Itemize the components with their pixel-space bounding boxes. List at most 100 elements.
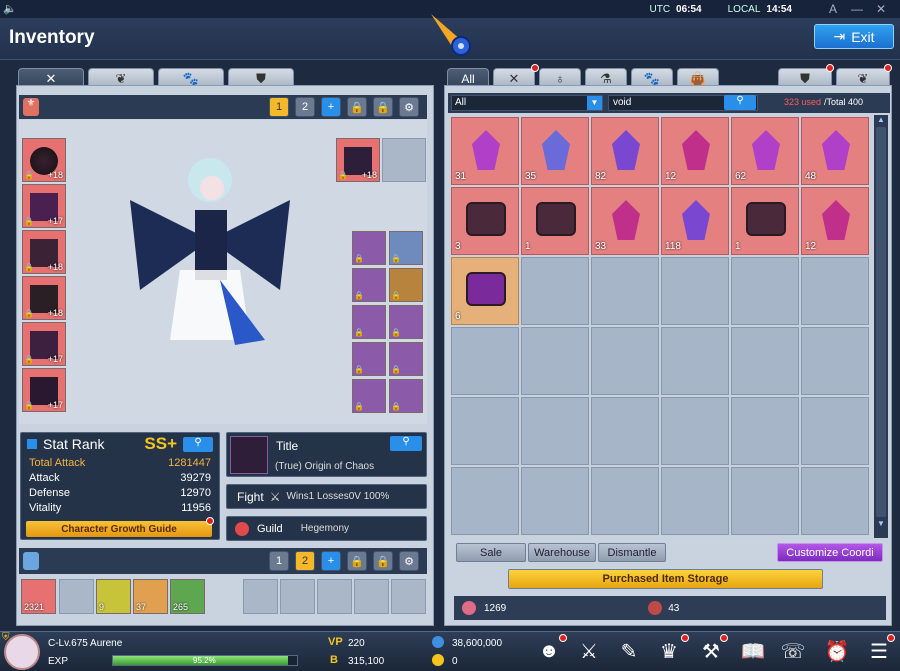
quickslot-item[interactable] (59, 579, 94, 614)
inventory-empty-slot[interactable] (661, 327, 729, 395)
search-icon[interactable]: ⚲ (390, 436, 422, 451)
quickslot-item[interactable]: 2321 (21, 579, 56, 614)
inventory-item[interactable]: 12 (801, 187, 869, 255)
inventory-empty-slot[interactable] (731, 257, 799, 325)
guide-book-icon[interactable]: 📖 (738, 636, 768, 666)
quickslot-empty[interactable] (243, 579, 278, 614)
scroll-thumb[interactable] (876, 127, 886, 517)
inventory-empty-slot[interactable] (801, 257, 869, 325)
inventory-empty-slot[interactable] (731, 397, 799, 465)
lock-icon[interactable]: 🔒 (373, 551, 393, 571)
add-quickslot-icon[interactable]: + (321, 551, 341, 571)
inventory-empty-slot[interactable] (731, 327, 799, 395)
accessory-slot[interactable]: 🔒 (352, 342, 386, 376)
quickslot-empty[interactable] (354, 579, 389, 614)
inventory-item[interactable]: 31 (451, 117, 519, 185)
minimize-icon[interactable]: — (848, 2, 866, 16)
accessory-slot[interactable]: 🔒 (352, 231, 386, 265)
inventory-item[interactable]: 35 (521, 117, 589, 185)
inventory-empty-slot[interactable] (801, 327, 869, 395)
inventory-empty-slot[interactable] (661, 257, 729, 325)
inventory-empty-slot[interactable] (661, 467, 729, 535)
font-size-icon[interactable]: A (824, 2, 842, 16)
inventory-item[interactable]: 1 (521, 187, 589, 255)
inventory-empty-slot[interactable] (521, 397, 589, 465)
preset-1-button[interactable]: 1 (269, 97, 289, 117)
preset-2-button[interactable]: 2 (295, 97, 315, 117)
exit-button[interactable]: ⇥ Exit (814, 24, 894, 49)
inventory-empty-slot[interactable] (591, 467, 659, 535)
inventory-empty-slot[interactable] (451, 327, 519, 395)
inventory-empty-slot[interactable] (451, 397, 519, 465)
lock-icon[interactable]: 🔒 (347, 551, 367, 571)
quickslot-2-button[interactable]: 2 (295, 551, 315, 571)
inventory-empty-slot[interactable] (521, 327, 589, 395)
inventory-empty-slot[interactable] (591, 257, 659, 325)
inventory-empty-slot[interactable] (521, 467, 589, 535)
equip-slot-gloves[interactable]: 🔒 +18 (22, 276, 66, 320)
inventory-empty-slot[interactable] (521, 257, 589, 325)
scrollbar[interactable]: ▲ ▼ (874, 115, 888, 538)
accessory-slot[interactable]: 🔒 (389, 342, 423, 376)
equip-slot-top[interactable]: 🔒 +17 (22, 184, 66, 228)
alarm-icon[interactable]: ⏰ (822, 636, 852, 666)
inventory-item[interactable]: 6 (451, 257, 519, 325)
accessory-slot[interactable]: 🔒 (352, 379, 386, 413)
equip-slot-bottom[interactable]: 🔒 +18 (22, 230, 66, 274)
accessory-slot[interactable]: 🔒 (389, 305, 423, 339)
quickslot-1-button[interactable]: 1 (269, 551, 289, 571)
quest-icon[interactable]: ✎ (614, 636, 644, 666)
category-select[interactable]: All ▼ (451, 95, 603, 111)
warehouse-button[interactable]: Warehouse (528, 543, 596, 562)
accessory-slot[interactable]: 🔒 (389, 379, 423, 413)
equip-slot-shoes[interactable]: 🔒 +17 (22, 322, 66, 366)
gear-icon[interactable]: ⚙ (399, 97, 419, 117)
accessory-slot[interactable]: 🔒 (389, 231, 423, 265)
inventory-item[interactable]: 62 (731, 117, 799, 185)
equip-slot-head[interactable]: 🔒 +18 (22, 138, 66, 182)
purchased-item-storage-button[interactable]: Purchased Item Storage (508, 569, 823, 589)
search-icon[interactable]: ⚲ (724, 95, 756, 110)
equip-slot-wings[interactable]: 🔒 +17 (22, 368, 66, 412)
scroll-down-icon[interactable]: ▼ (874, 519, 888, 529)
inventory-empty-slot[interactable] (591, 327, 659, 395)
community-icon[interactable]: ☏ (778, 636, 808, 666)
inventory-empty-slot[interactable] (731, 467, 799, 535)
quickslot-empty[interactable] (391, 579, 426, 614)
inventory-item[interactable]: 82 (591, 117, 659, 185)
sale-button[interactable]: Sale (456, 543, 526, 562)
inventory-item[interactable]: 3 (451, 187, 519, 255)
customize-coordi-button[interactable]: Customize Coordi (777, 543, 883, 562)
lock-icon[interactable]: 🔒 (347, 97, 367, 117)
accessory-slot[interactable]: 🔒 (352, 268, 386, 302)
inventory-empty-slot[interactable] (801, 467, 869, 535)
close-icon[interactable]: ✕ (872, 2, 890, 16)
sound-icon[interactable]: 🔈 (3, 2, 17, 15)
cash-shop-icon[interactable]: ♛ (654, 636, 684, 666)
inventory-item[interactable]: 12 (661, 117, 729, 185)
inventory-item[interactable]: 1 (731, 187, 799, 255)
scroll-up-icon[interactable]: ▲ (874, 115, 888, 125)
character-growth-guide-button[interactable]: Character Growth Guide (26, 521, 212, 537)
accessory-slot[interactable]: 🔒 (352, 305, 386, 339)
inventory-item[interactable]: 33 (591, 187, 659, 255)
dismantle-button[interactable]: Dismantle (598, 543, 666, 562)
inventory-empty-slot[interactable] (451, 467, 519, 535)
inventory-empty-slot[interactable] (661, 397, 729, 465)
quickslot-empty[interactable] (280, 579, 315, 614)
quickslot-item[interactable]: 265 (170, 579, 205, 614)
inventory-empty-slot[interactable] (801, 397, 869, 465)
inventory-item[interactable]: 48 (801, 117, 869, 185)
quickslot-item[interactable]: 37 (133, 579, 168, 614)
skills-icon[interactable]: ⚔ (574, 636, 604, 666)
quickslot-item[interactable]: 9 (96, 579, 131, 614)
quickslot-empty[interactable] (317, 579, 352, 614)
add-preset-icon[interactable]: + (321, 97, 341, 117)
inventory-item[interactable]: 118 (661, 187, 729, 255)
equip-slot-subweapon[interactable] (382, 138, 426, 182)
search-icon[interactable]: ⚲ (183, 436, 213, 452)
accessory-slot[interactable]: 🔒 (389, 268, 423, 302)
lock-icon[interactable]: 🔒 (373, 97, 393, 117)
inventory-empty-slot[interactable] (591, 397, 659, 465)
equip-slot-weapon[interactable]: 🔒 +18 (336, 138, 380, 182)
